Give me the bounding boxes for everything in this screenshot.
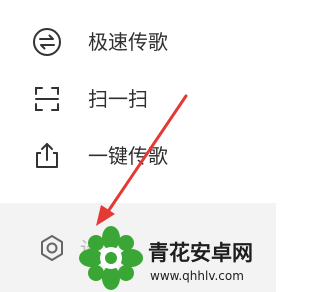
menu-item-label: 扫一扫	[88, 87, 148, 111]
watermark-title: 青花安卓网	[148, 241, 253, 265]
menu-item-fast-transfer[interactable]: 极速传歌	[0, 13, 276, 69]
menu-item-label: 一键传歌	[88, 144, 168, 168]
menu-item-scan[interactable]: 扫一扫	[0, 70, 276, 126]
menu-panel: 极速传歌 扫一扫 一键传歌	[0, 0, 276, 203]
settings-gear-icon[interactable]	[36, 232, 68, 264]
flower-logo-icon	[79, 226, 143, 290]
scan-icon	[35, 87, 59, 111]
watermark: 青花安卓网 www.qhhlv.com	[74, 224, 274, 292]
upload-icon	[36, 143, 58, 168]
watermark-url: www.qhhlv.com	[150, 269, 244, 283]
menu-item-one-click-transfer[interactable]: 一键传歌	[0, 127, 276, 183]
menu-item-label: 极速传歌	[88, 30, 168, 54]
transfer-arrows-icon	[33, 28, 61, 56]
